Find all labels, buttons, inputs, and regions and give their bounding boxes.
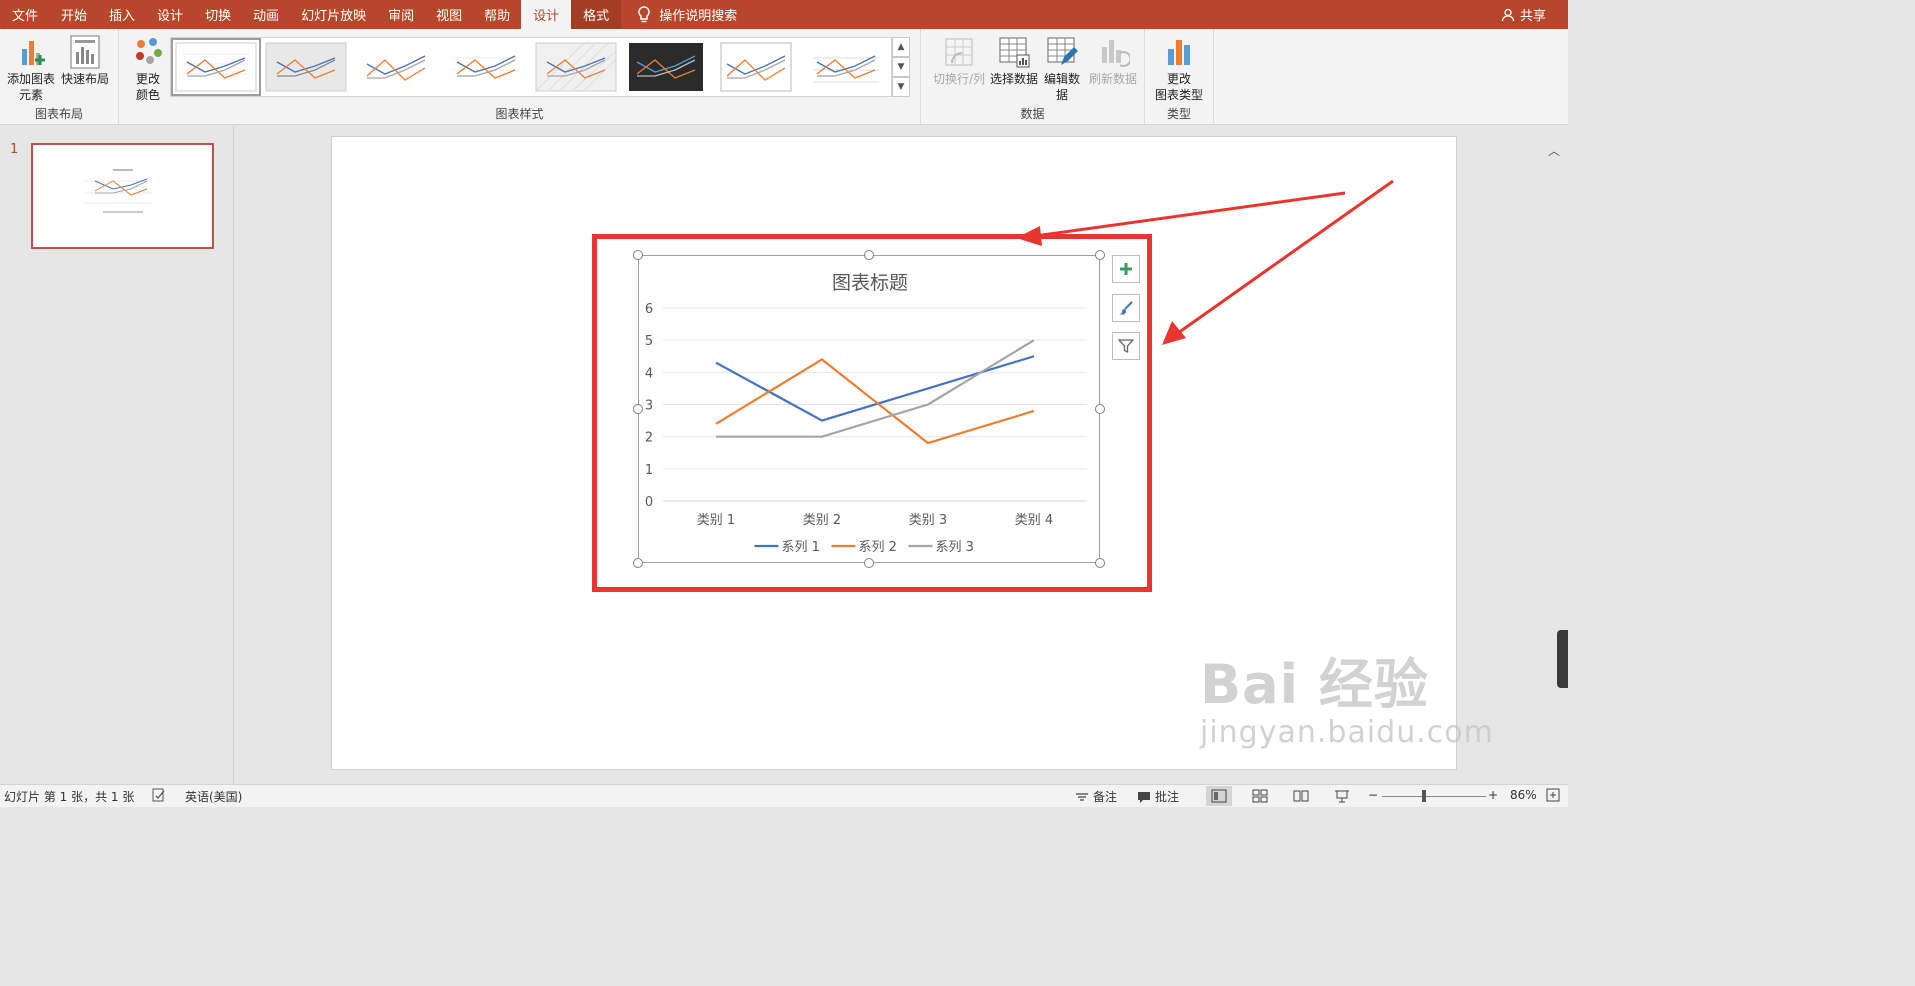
zoom-in-icon[interactable]: + [1488,788,1498,802]
fit-to-window-icon[interactable] [1546,788,1560,802]
chart-frame[interactable]: 图表标题 0 1 2 3 4 5 6 类别 1 类别 2 类别 3 类别 4 系列 1 系列 2 系列 3 [638,255,1100,563]
legend-label-2: 系列 2 [859,540,897,555]
watermark: Bai 经验 jingyan.baidu.com [1200,640,1494,750]
resize-handle-bottom[interactable] [864,558,874,568]
zoom-level[interactable]: 86% [1510,788,1537,802]
notes-label: 备注 [1093,790,1118,804]
resize-handle-top-left[interactable] [633,250,643,260]
side-edge-tab [1557,630,1568,688]
notes-icon [1076,792,1088,801]
chart-styles-button[interactable] [1112,294,1140,322]
notes-button[interactable]: 备注 [1075,788,1117,805]
y-tick-label: 5 [645,334,653,349]
watermark-site: jingyan.baidu.com [1200,715,1494,750]
x-tick-label: 类别 3 [909,513,947,528]
line-chart: 0 1 2 3 4 5 6 类别 1 类别 2 类别 3 类别 4 系列 1 系列 2 系列 3 [645,302,1087,555]
x-tick-label: 类别 1 [697,513,735,528]
y-tick-label: 6 [645,302,653,317]
filter-icon [1118,339,1134,354]
slide-info: 幻灯片 第 1 张，共 1 张 [4,790,135,804]
resize-handle-right[interactable] [1095,404,1105,414]
normal-view-icon[interactable] [1206,786,1232,806]
series-line-1 [715,355,1035,422]
zoom-slider-thumb[interactable] [1422,790,1426,802]
chart-elements-button[interactable] [1112,255,1140,283]
comments-label: 批注 [1155,790,1180,804]
zoom-slider-track[interactable] [1382,796,1486,797]
legend-label-3: 系列 3 [936,540,974,555]
y-tick-label: 0 [645,495,653,510]
status-bar: 幻灯片 第 1 张，共 1 张 英语(美国) 备注 批注 − + 86% [0,784,1568,807]
resize-handle-top[interactable] [864,250,874,260]
plus-icon [1120,263,1132,275]
watermark-brand: Bai 经验 [1200,653,1429,716]
reading-view-icon[interactable] [1288,786,1314,806]
resize-handle-left[interactable] [633,404,643,414]
language-indicator[interactable]: 英语(美国) [185,788,242,805]
paintbrush-icon [1119,301,1133,315]
comment-icon [1138,791,1150,803]
slide-sorter-view-icon[interactable] [1247,786,1273,806]
comments-button[interactable]: 批注 [1137,788,1179,805]
spellcheck-icon[interactable] [152,788,166,802]
x-tick-label: 类别 4 [1015,513,1053,528]
y-tick-label: 4 [645,366,653,381]
resize-handle-top-right[interactable] [1095,250,1105,260]
slideshow-view-icon[interactable] [1329,786,1355,806]
y-tick-label: 2 [645,431,653,446]
resize-handle-bottom-left[interactable] [633,558,643,568]
y-tick-label: 1 [645,463,653,478]
legend-label-1: 系列 1 [782,540,820,555]
zoom-out-icon[interactable]: − [1368,788,1378,802]
x-tick-label: 类别 2 [803,513,841,528]
resize-handle-bottom-right[interactable] [1095,558,1105,568]
chart-filters-button[interactable] [1112,332,1140,360]
y-tick-label: 3 [645,399,653,414]
